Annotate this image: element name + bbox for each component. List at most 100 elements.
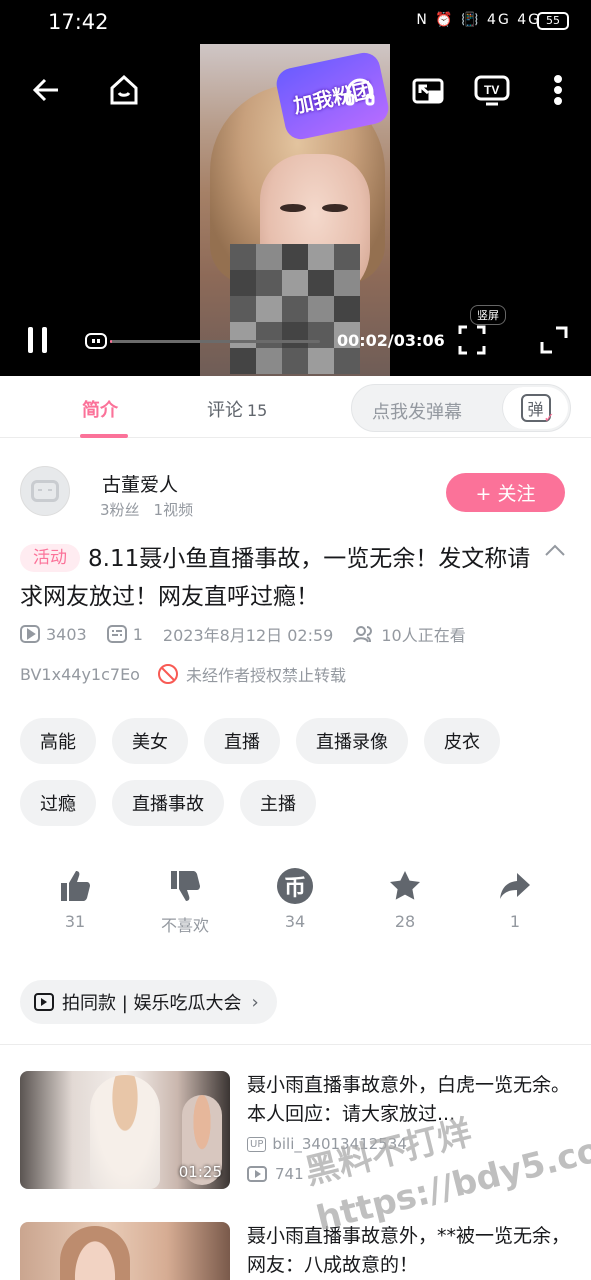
danmaku-placeholder: 点我发弹幕 — [372, 402, 462, 423]
video-template-icon — [34, 993, 54, 1011]
comment-count: 15 — [247, 401, 268, 420]
more-options-button[interactable] — [546, 72, 570, 108]
tv-cast-icon: TV — [474, 75, 510, 106]
tag-item[interactable]: 皮衣 — [424, 718, 500, 764]
video-duration: 01:25 — [178, 1163, 222, 1181]
like-count: 31 — [64, 912, 86, 931]
watching-count: 10人正在看 — [381, 626, 466, 645]
recommended-title[interactable]: 聂小雨直播事故意外，**被一览无余，网友：八成故意的！ — [247, 1222, 571, 1280]
tab-comments[interactable]: 评论 15 — [207, 396, 267, 422]
svg-text:TV: TV — [484, 83, 499, 97]
video-title: 8.11聂小鱼直播事故，一览无余！发文称请求网友放过！网友直呼过瘾！ — [20, 546, 531, 610]
copyright-notice: 未经作者授权禁止转载 — [157, 662, 346, 686]
recommended-view-count: 741 — [275, 1165, 304, 1183]
tag-item[interactable]: 美女 — [112, 718, 188, 764]
uploader-name[interactable]: 古董爱人 — [102, 470, 178, 497]
status-icons: N ⏰ 📳 4G 4G — [416, 12, 541, 28]
video-thumbnail[interactable] — [20, 1222, 230, 1280]
headphones-icon — [345, 78, 375, 106]
activity-tag[interactable]: 活动 — [20, 544, 80, 572]
home-icon — [110, 74, 138, 105]
tab-intro-label: 简介 — [82, 400, 118, 421]
fullscreen-icon — [540, 326, 568, 354]
copyright-text: 未经作者授权禁止转载 — [185, 666, 346, 685]
portrait-mode-button[interactable] — [455, 322, 489, 358]
danmaku-settings-button[interactable]: 弹 — [502, 387, 568, 429]
watching-item: 10人正在看 — [353, 622, 466, 646]
view-count: 3403 — [46, 624, 87, 644]
star-icon — [390, 871, 420, 900]
follow-button[interactable]: + 关注 — [446, 473, 565, 512]
pause-icon — [28, 327, 47, 353]
tab-intro[interactable]: 简介 — [82, 396, 118, 422]
collapse-button[interactable] — [544, 542, 566, 556]
listen-button[interactable] — [340, 72, 380, 112]
dislike-button[interactable]: 不喜欢 — [130, 866, 240, 936]
danmaku-toggle-icon[interactable] — [85, 333, 107, 349]
back-arrow-icon — [32, 78, 58, 102]
people-watching-icon — [353, 626, 373, 643]
progress-fill — [110, 340, 113, 343]
pause-button[interactable] — [22, 322, 54, 358]
progress-bar[interactable] — [110, 340, 320, 343]
pip-button[interactable] — [408, 72, 448, 112]
default-avatar-icon — [31, 480, 59, 502]
tag-item[interactable]: 直播 — [204, 718, 280, 764]
danmaku-count-icon — [106, 625, 127, 643]
video-meta: 3403 1 2023年8月12日 02:59 10人正在看 — [20, 622, 486, 646]
tag-item[interactable]: 主播 — [240, 780, 316, 826]
thumbs-down-icon — [171, 871, 200, 901]
mosaic-blur — [230, 244, 360, 374]
danmaku-count-item: 1 — [106, 624, 143, 644]
video-player[interactable]: 加我粉团 17:42 N ⏰ 📳 4G 4G 55 TV 00:02/03:06… — [0, 0, 591, 376]
avatar[interactable] — [20, 466, 70, 516]
danmaku-count: 1 — [132, 624, 143, 644]
fullscreen-button[interactable] — [536, 322, 572, 358]
coin-count: 34 — [284, 912, 306, 931]
uploader-stats: 3粉丝 1视频 — [100, 499, 193, 520]
tag-item[interactable]: 高能 — [20, 718, 96, 764]
more-vertical-icon — [554, 75, 562, 105]
dislike-label: 不喜欢 — [160, 916, 209, 935]
coin-icon: 币 — [277, 868, 313, 904]
share-icon — [500, 873, 530, 899]
bvid-row: BV1x44y1c7Eo 未经作者授权禁止转载 — [20, 662, 346, 686]
video-thumbnail[interactable]: 01:25 — [20, 1071, 230, 1189]
like-button[interactable]: 31 — [20, 866, 130, 931]
collection-pill[interactable]: 拍同款 | 娱乐吃瓜大会 › — [20, 980, 277, 1024]
coin-button[interactable]: 币 34 — [240, 866, 350, 931]
picture-in-picture-icon — [412, 78, 444, 104]
action-bar: 31 不喜欢 币 34 28 1 — [20, 866, 571, 936]
cast-tv-button[interactable]: TV — [472, 70, 512, 110]
divider — [0, 1044, 591, 1045]
video-count: 1视频 — [153, 501, 194, 519]
share-count: 1 — [509, 912, 521, 931]
recommended-views: 741 — [247, 1165, 304, 1183]
tag-item[interactable]: 直播事故 — [112, 780, 224, 826]
bvid[interactable]: BV1x44y1c7Eo — [20, 665, 140, 684]
collection-label: 拍同款 | 娱乐吃瓜大会 — [62, 993, 242, 1014]
chevron-right-icon: › — [251, 991, 259, 1013]
recommended-video[interactable]: 聂小雨直播事故意外，**被一览无余，网友：八成故意的！ — [20, 1222, 571, 1280]
danmaku-input[interactable]: 点我发弹幕 弹 — [351, 384, 571, 432]
tag-item[interactable]: 直播录像 — [296, 718, 408, 764]
chevron-up-icon — [545, 544, 565, 556]
back-button[interactable] — [28, 72, 64, 108]
favorite-count: 28 — [394, 912, 416, 931]
battery-icon: 55 — [537, 12, 569, 30]
thumbnail-content — [90, 1075, 160, 1189]
video-eye — [322, 204, 348, 212]
up-badge-icon: UP — [247, 1136, 267, 1152]
tab-comments-label: 评论 — [207, 400, 243, 421]
home-button[interactable] — [104, 70, 144, 110]
portrait-fullscreen-icon — [458, 325, 486, 355]
favorite-button[interactable]: 28 — [350, 866, 460, 931]
play-count-icon — [20, 625, 40, 643]
publish-time: 2023年8月12日 02:59 — [162, 626, 334, 645]
status-time: 17:42 — [48, 10, 109, 34]
playback-time: 00:02/03:06 — [337, 331, 445, 350]
video-title-block[interactable]: 活动 8.11聂小鱼直播事故，一览无余！发文称请求网友放过！网友直呼过瘾！ — [20, 540, 540, 616]
danmaku-icon: 弹 — [520, 394, 555, 426]
share-button[interactable]: 1 — [460, 866, 570, 931]
tag-item[interactable]: 过瘾 — [20, 780, 96, 826]
